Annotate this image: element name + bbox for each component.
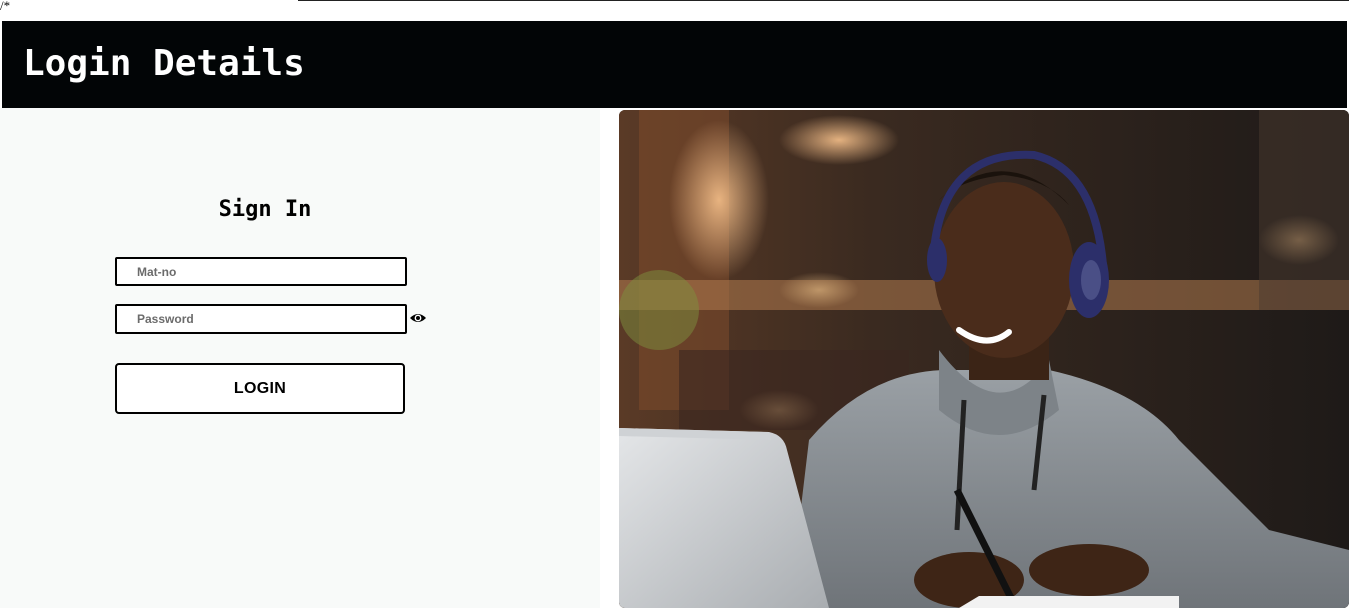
mat-no-input[interactable] [115,257,407,286]
top-divider [298,0,1349,1]
signin-title: Sign In [218,197,312,222]
eye-icon[interactable] [409,310,427,326]
password-input[interactable] [115,304,407,334]
login-panel: Sign In LOGIN [0,108,600,608]
page-header: Login Details [2,21,1347,108]
student-photo [619,110,1349,608]
page-title: Login Details [23,43,305,84]
login-button[interactable]: LOGIN [115,363,405,414]
stray-text: /* [0,0,11,13]
